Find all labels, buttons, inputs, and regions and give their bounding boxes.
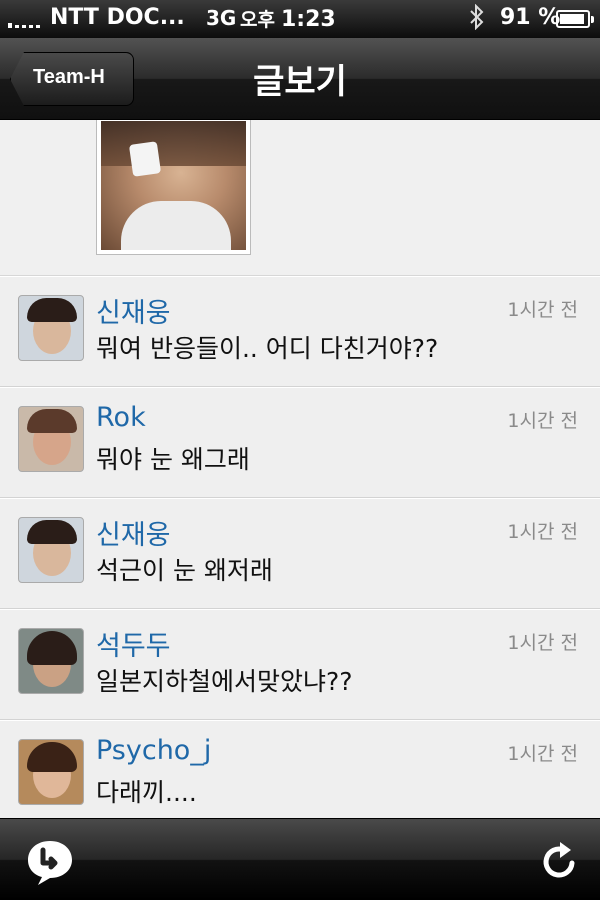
post-photo-area bbox=[0, 120, 600, 276]
comment-author[interactable]: 석두두 bbox=[96, 624, 171, 663]
status-time: 오후 1:23 bbox=[240, 5, 336, 32]
bluetooth-icon bbox=[468, 3, 486, 36]
comment-text: 석근이 눈 왜저래 bbox=[96, 556, 273, 585]
battery-icon bbox=[556, 10, 594, 28]
comment-author[interactable]: 신재웅 bbox=[96, 513, 171, 552]
refresh-icon[interactable] bbox=[540, 839, 580, 881]
comment-time: 1시간 전 bbox=[507, 521, 578, 543]
comment-text: 뭐여 반응들이.. 어디 다친거야?? bbox=[96, 334, 439, 363]
comment-author[interactable]: Psycho_j bbox=[96, 735, 211, 766]
comment-text: 다래끼.... bbox=[96, 778, 197, 807]
status-bar: NTT DOC... 3G 오후 1:23 91 % bbox=[0, 0, 600, 38]
time-label: 1:23 bbox=[280, 7, 336, 32]
battery-level bbox=[560, 14, 584, 24]
comment-time: 1시간 전 bbox=[507, 743, 578, 765]
avatar[interactable] bbox=[18, 517, 84, 583]
avatar[interactable] bbox=[18, 406, 84, 472]
comment-text: 뭐야 눈 왜그래 bbox=[96, 445, 250, 474]
comment-item[interactable]: Rok 1시간 전 뭐야 눈 왜그래 bbox=[0, 387, 600, 498]
page-title: 글보기 bbox=[253, 62, 347, 102]
comment-text: 일본지하철에서맞았냐?? bbox=[96, 667, 353, 696]
avatar[interactable] bbox=[18, 295, 84, 361]
avatar[interactable] bbox=[18, 628, 84, 694]
comment-item[interactable]: 석두두 1시간 전 일본지하철에서맞았냐?? bbox=[0, 609, 600, 720]
bottom-toolbar bbox=[0, 818, 600, 900]
reply-bubble-icon[interactable] bbox=[24, 837, 76, 887]
eye-patch-graphic bbox=[128, 141, 162, 177]
comment-item[interactable]: 신재웅 1시간 전 뭐여 반응들이.. 어디 다친거야?? bbox=[0, 276, 600, 387]
comment-author[interactable]: Rok bbox=[96, 402, 146, 433]
navigation-bar: Team-H 글보기 bbox=[0, 38, 600, 120]
comment-thread[interactable]: 신재웅 1시간 전 뭐여 반응들이.. 어디 다친거야?? Rok 1시간 전 … bbox=[0, 120, 600, 818]
ampm-label: 오후 bbox=[240, 9, 275, 31]
comment-time: 1시간 전 bbox=[507, 299, 578, 321]
network-type: 3G bbox=[206, 6, 237, 30]
battery-percent: 91 % bbox=[500, 5, 561, 30]
carrier-name: NTT DOC... bbox=[50, 5, 185, 30]
signal-strength-icon bbox=[8, 10, 46, 28]
comment-time: 1시간 전 bbox=[507, 632, 578, 654]
comment-item[interactable]: 신재웅 1시간 전 석근이 눈 왜저래 bbox=[0, 498, 600, 609]
comment-time: 1시간 전 bbox=[507, 410, 578, 432]
post-photo[interactable] bbox=[96, 120, 251, 255]
comment-item[interactable]: Psycho_j 1시간 전 다래끼.... bbox=[0, 720, 600, 818]
comment-author[interactable]: 신재웅 bbox=[96, 291, 171, 330]
avatar[interactable] bbox=[18, 739, 84, 805]
photo-image bbox=[101, 121, 246, 250]
